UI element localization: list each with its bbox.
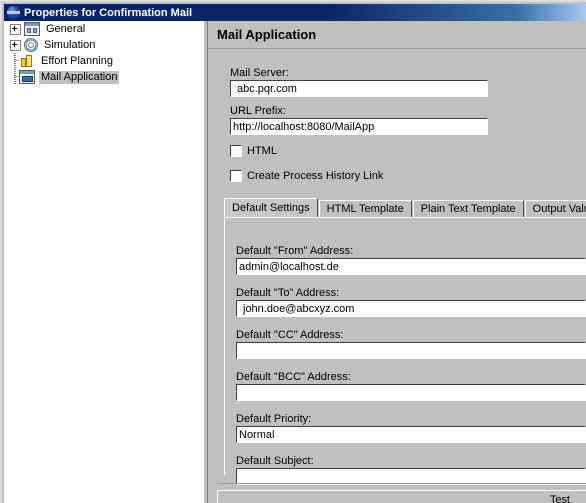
default-bcc-label: Default "BCC" Address: [236, 371, 351, 383]
default-from-label: Default "From" Address: [236, 245, 354, 257]
page-title: Mail Application [217, 27, 317, 42]
url-prefix-label: URL Prefix: [230, 105, 286, 117]
title-divider [208, 48, 586, 49]
tab-output-values[interactable]: Output Values [524, 200, 586, 218]
process-history-checkbox-label: Create Process History Link [247, 170, 384, 182]
test-button-label: Test [549, 494, 570, 503]
properties-dialog: Properties for Confirmation Mail General… [0, 0, 586, 503]
tree-item-label: General [46, 22, 86, 35]
tree-connector [10, 53, 19, 69]
content-panel: Mail Application Mail Server: abc.pqr.co… [207, 21, 586, 503]
tab-plain-text-template[interactable]: Plain Text Template [412, 200, 524, 218]
default-subject-label: Default Subject: [236, 455, 314, 467]
globe-icon [7, 6, 20, 19]
default-cc-input[interactable] [236, 342, 586, 359]
checkbox-icon[interactable] [230, 145, 242, 157]
tree-item-label: Mail Application [39, 70, 120, 84]
tree-item-general[interactable]: General [4, 21, 204, 37]
footer-divider [217, 483, 586, 484]
tab-default-settings[interactable]: Default Settings [224, 198, 318, 218]
default-bcc-input[interactable] [236, 384, 586, 401]
tree-item-label: Effort Planning [41, 54, 113, 67]
coins-icon [19, 54, 35, 68]
default-priority-label: Default Priority: [236, 413, 312, 425]
default-from-input[interactable]: admin@localhost.de [236, 258, 586, 275]
default-cc-label: Default "CC" Address: [236, 329, 344, 341]
tree-item-effort-planning[interactable]: Effort Planning [4, 53, 204, 69]
default-to-input[interactable]: john.doe@abcxyz.com [236, 300, 586, 317]
expand-icon[interactable] [10, 23, 21, 35]
test-button[interactable]: Test [217, 490, 586, 503]
spiral-icon [24, 38, 38, 52]
html-checkbox-row[interactable]: HTML [230, 145, 277, 157]
tree-item-mail-application[interactable]: Mail Application [4, 69, 204, 85]
window-icon [24, 22, 40, 36]
default-to-label: Default "To" Address: [236, 287, 340, 299]
tree-connector [10, 69, 19, 85]
url-prefix-input[interactable]: http://localhost:8080/MailApp [230, 118, 488, 135]
tab-html-template[interactable]: HTML Template [318, 200, 412, 218]
tree-item-simulation[interactable]: Simulation [4, 37, 204, 53]
navigation-tree[interactable]: General Simulation Effort Planning Mail … [4, 21, 204, 503]
expand-icon[interactable] [10, 39, 21, 51]
default-priority-input[interactable]: Normal [236, 426, 586, 443]
tree-item-label: Simulation [44, 38, 96, 51]
process-history-checkbox-row[interactable]: Create Process History Link [230, 170, 383, 182]
mail-server-label: Mail Server: [230, 67, 289, 79]
tab-strip[interactable]: Default Settings HTML Template Plain Tex… [224, 198, 586, 218]
mail-server-input[interactable]: abc.pqr.com [230, 80, 488, 97]
mail-window-icon [19, 70, 35, 84]
checkbox-icon[interactable] [230, 170, 242, 182]
window-title: Properties for Confirmation Mail [24, 6, 193, 19]
html-checkbox-label: HTML [247, 145, 277, 157]
tab-panel-default-settings: Default "From" Address: admin@localhost.… [224, 217, 586, 485]
title-bar: Properties for Confirmation Mail [4, 4, 586, 21]
